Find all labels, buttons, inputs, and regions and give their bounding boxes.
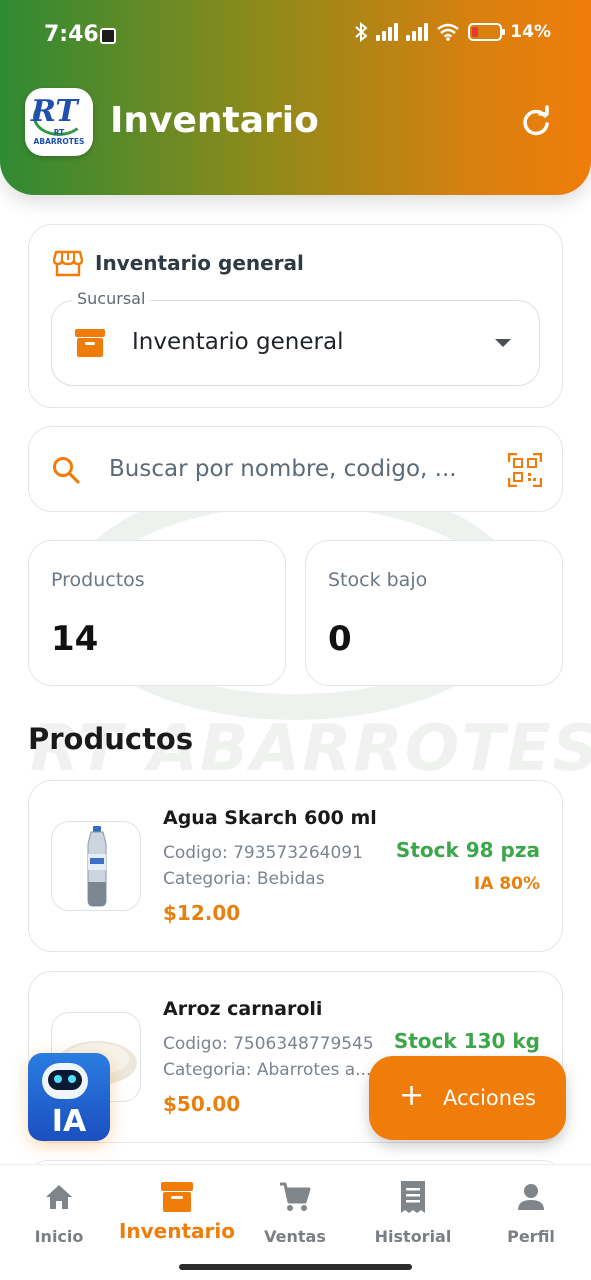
stat-card-products: Productos 14: [28, 540, 286, 686]
nav-label: Perfil: [507, 1227, 555, 1246]
ai-assistant-button[interactable]: IA: [28, 1053, 110, 1141]
product-code: Codigo: 793573264091: [163, 843, 363, 863]
nav-item-inventario[interactable]: Inventario: [118, 1179, 236, 1243]
product-price: $12.00: [163, 901, 241, 925]
product-stock: Stock 98 pza: [395, 838, 540, 862]
notification-icon: [100, 28, 116, 44]
branch-selected-value: Inventario general: [132, 329, 344, 355]
qr-scan-icon[interactable]: [508, 453, 542, 487]
signal-icon: [376, 23, 399, 41]
product-stock: Stock 130 kg: [393, 1029, 540, 1053]
refresh-icon[interactable]: [518, 104, 554, 140]
product-price: $50.00: [163, 1092, 241, 1116]
battery-icon: [468, 23, 506, 41]
stat-value: 0: [328, 619, 352, 659]
branch-header: Inventario general: [53, 249, 304, 277]
status-bar: 7:46 14%: [0, 0, 591, 72]
actions-label: Acciones: [443, 1086, 536, 1110]
search-icon: [53, 457, 80, 484]
app-header: 7:46 14% RT RT ABARROTES Inventario: [0, 0, 591, 195]
nav-item-inicio[interactable]: Inicio: [0, 1179, 118, 1246]
nav-label: Historial: [374, 1227, 452, 1246]
nav-label: Inicio: [34, 1227, 84, 1246]
search-input[interactable]: Buscar por nombre, codigo, ...: [109, 456, 457, 482]
archive-icon: [75, 329, 105, 357]
battery-percent: 14%: [510, 22, 551, 42]
signal-icon-2: [406, 23, 429, 41]
stat-value: 14: [51, 619, 99, 659]
home-indicator[interactable]: [179, 1264, 412, 1270]
page-title: Inventario: [110, 100, 319, 141]
product-category: Categoria: Abarrotes a...: [163, 1060, 372, 1080]
stat-label: Productos: [51, 569, 145, 591]
chevron-down-icon: [495, 339, 511, 347]
nav-item-historial[interactable]: Historial: [354, 1179, 472, 1246]
nav-item-ventas[interactable]: Ventas: [236, 1179, 354, 1246]
product-code: Codigo: 7506348779545: [163, 1034, 374, 1054]
wifi-icon: [437, 23, 460, 41]
product-name: Agua Skarch 600 ml: [163, 807, 377, 829]
ai-button-label: IA: [51, 1104, 87, 1139]
status-icons: 14%: [354, 22, 551, 42]
branch-heading: Inventario general: [95, 251, 304, 275]
person-icon: [518, 1184, 544, 1210]
app-logo: RT RT ABARROTES: [25, 88, 93, 156]
plus-icon: +: [399, 1078, 425, 1113]
nav-item-perfil[interactable]: Perfil: [472, 1179, 590, 1246]
actions-button[interactable]: + Acciones: [369, 1056, 566, 1140]
branch-field-label: Sucursal: [72, 289, 151, 308]
store-icon: [53, 250, 83, 277]
product-category: Categoria: Bebidas: [163, 869, 325, 889]
product-name: Arroz carnaroli: [163, 998, 323, 1020]
box-icon: [161, 1182, 193, 1212]
stat-label: Stock bajo: [328, 569, 428, 591]
bottom-navigation: Inicio Inventario Ventas Historial Perfi…: [0, 1164, 591, 1280]
search-bar[interactable]: Buscar por nombre, codigo, ...: [28, 426, 563, 512]
nav-label: Inventario: [118, 1219, 236, 1243]
bluetooth-icon: [355, 22, 368, 42]
stat-card-low-stock: Stock bajo 0: [305, 540, 563, 686]
home-icon: [46, 1185, 72, 1209]
product-ia-score: IA 80%: [473, 874, 540, 894]
branch-card: Inventario general Sucursal Inventario g…: [28, 224, 563, 408]
product-card[interactable]: Agua Skarch 600 ml Codigo: 793573264091 …: [28, 780, 563, 952]
nav-label: Ventas: [264, 1227, 326, 1246]
receipt-icon: [401, 1181, 425, 1213]
branch-select[interactable]: Sucursal Inventario general: [51, 289, 540, 386]
cart-icon: [280, 1182, 311, 1211]
section-title: Productos: [28, 722, 194, 756]
status-time: 7:46: [44, 22, 99, 47]
product-image: [51, 821, 141, 911]
